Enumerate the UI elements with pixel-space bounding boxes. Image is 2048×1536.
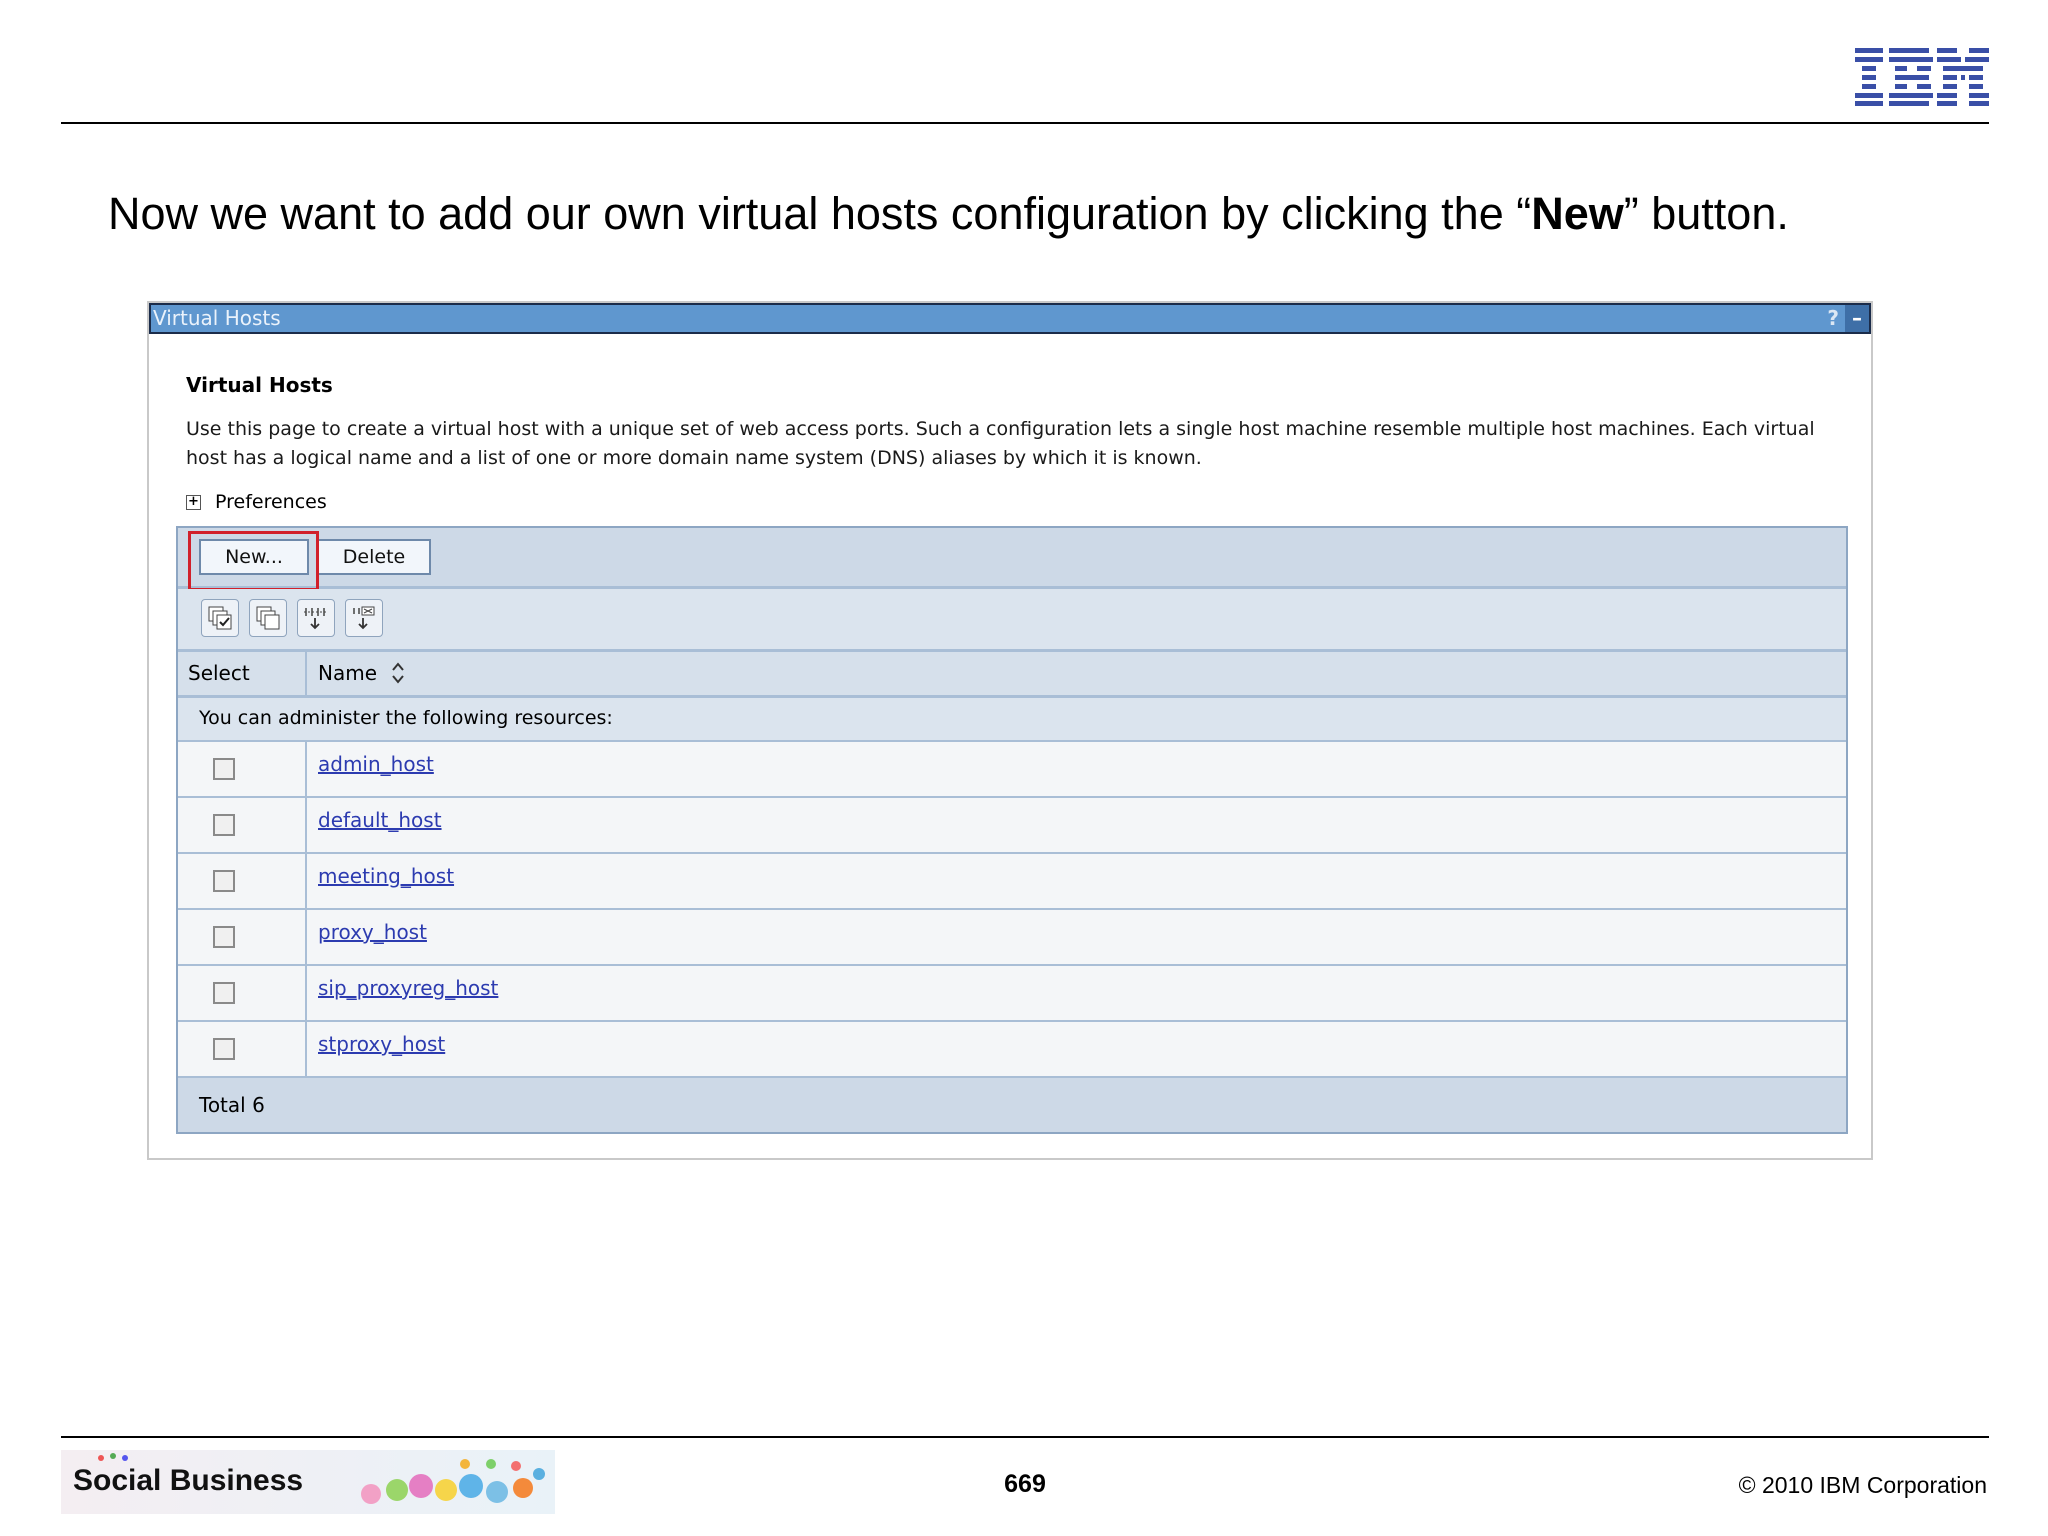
cell-divider <box>305 854 307 910</box>
minimize-button[interactable]: – <box>1845 305 1869 332</box>
host-link[interactable]: stproxy_host <box>318 1032 445 1056</box>
cell-divider <box>305 742 307 798</box>
host-link[interactable]: sip_proxyreg_host <box>318 976 498 1000</box>
select-all-icon[interactable] <box>201 599 239 637</box>
host-link[interactable]: meeting_host <box>318 864 454 888</box>
cell-divider <box>305 910 307 966</box>
row-checkbox[interactable] <box>213 870 235 892</box>
sort-icon[interactable] <box>391 662 405 684</box>
host-link[interactable]: proxy_host <box>318 920 427 944</box>
table-row: stproxy_host <box>178 1022 1846 1078</box>
new-button-highlight <box>188 531 319 591</box>
table-row: default_host <box>178 798 1846 854</box>
table-row: meeting_host <box>178 854 1846 910</box>
preferences-toggle[interactable]: + Preferences <box>186 491 327 513</box>
row-checkbox[interactable] <box>213 758 235 780</box>
cell-divider <box>305 966 307 1022</box>
host-link[interactable]: default_host <box>318 808 442 832</box>
cell-divider <box>305 798 307 854</box>
clear-filter-icon[interactable] <box>345 599 383 637</box>
column-header-select: Select <box>188 661 250 685</box>
virtual-hosts-table: New... Delete Select Name You can admini… <box>176 526 1848 1134</box>
header-divider <box>61 122 1989 124</box>
cell-divider <box>305 1022 307 1078</box>
row-checkbox[interactable] <box>213 1038 235 1060</box>
copyright: © 2010 IBM Corporation <box>1738 1472 1987 1498</box>
deselect-all-icon[interactable] <box>249 599 287 637</box>
delete-button[interactable]: Delete <box>317 539 431 575</box>
footer-brand: Social Business <box>73 1464 304 1497</box>
page-description: Use this page to create a virtual host w… <box>186 418 1815 469</box>
section-title: Virtual Hosts <box>186 373 333 397</box>
row-checkbox[interactable] <box>213 982 235 1004</box>
table-row: proxy_host <box>178 910 1846 966</box>
row-checkbox[interactable] <box>213 926 235 948</box>
page-number: 669 <box>1004 1470 1046 1498</box>
ibm-logo <box>1855 48 1989 106</box>
table-total: Total 6 <box>178 1078 1846 1132</box>
panel-title: Virtual Hosts <box>153 306 281 330</box>
column-name-label: Name <box>318 661 378 685</box>
show-filter-icon[interactable] <box>297 599 335 637</box>
preferences-label: Preferences <box>215 491 327 513</box>
table-toolbar <box>178 589 1846 652</box>
table-row: admin_host <box>178 742 1846 798</box>
expand-icon: + <box>186 494 201 510</box>
table-header: Select Name <box>178 652 1846 698</box>
column-header-name[interactable]: Name <box>318 661 405 685</box>
row-checkbox[interactable] <box>213 814 235 836</box>
panel-title-bar: Virtual Hosts ? – <box>149 303 1871 334</box>
button-bar: New... Delete <box>178 528 1846 591</box>
help-icon[interactable]: ? <box>1827 305 1839 332</box>
virtual-hosts-panel: Virtual Hosts ? – Virtual Hosts Use this… <box>147 301 1873 1160</box>
social-business-banner: Social Business <box>61 1450 555 1514</box>
resources-info: You can administer the following resourc… <box>178 698 1846 742</box>
slide-headline: Now we want to add our own virtual hosts… <box>108 188 1789 239</box>
footer-divider <box>61 1436 1989 1438</box>
table-row: sip_proxyreg_host <box>178 966 1846 1022</box>
host-link[interactable]: admin_host <box>318 752 434 776</box>
column-divider <box>305 652 307 695</box>
